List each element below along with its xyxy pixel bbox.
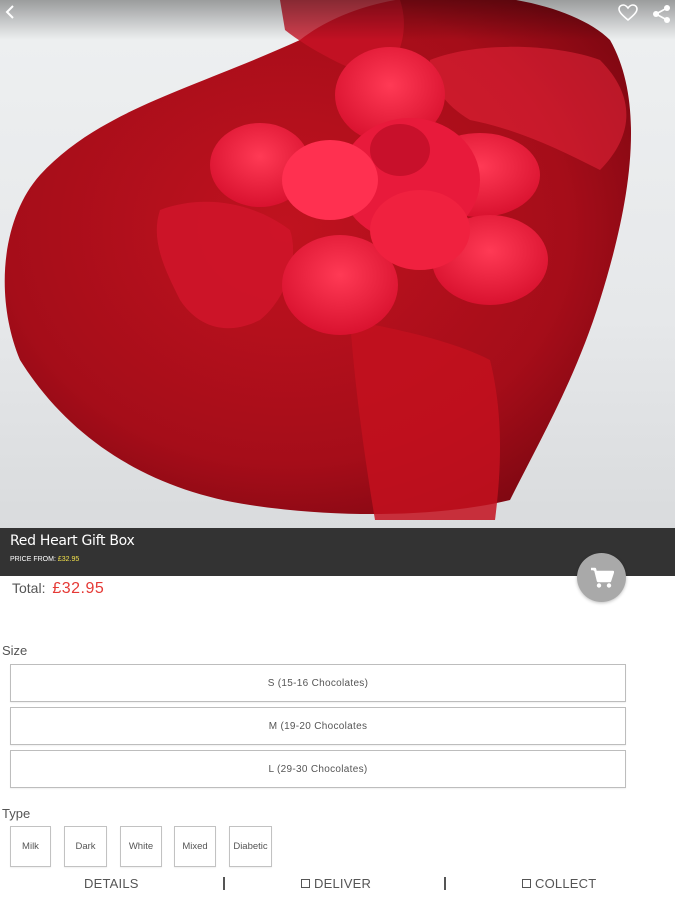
tab-divider [444, 877, 446, 890]
tab-collect[interactable]: COLLECT [522, 876, 596, 891]
collect-checkbox[interactable] [522, 879, 531, 888]
size-option-s[interactable]: S (15-16 Chocolates) [10, 664, 626, 702]
add-to-cart-button[interactable] [577, 553, 626, 602]
shopping-cart-icon [590, 567, 614, 588]
type-option-milk[interactable]: Milk [10, 826, 51, 867]
top-bar-shade [0, 0, 675, 40]
tab-deliver[interactable]: DELIVER [301, 876, 371, 891]
type-option-mixed[interactable]: Mixed [174, 826, 216, 867]
price-from-label: PRICE FROM: [10, 556, 56, 563]
collect-label: COLLECT [535, 876, 597, 891]
chevron-left-icon[interactable] [2, 4, 26, 28]
type-label: Type [2, 806, 31, 821]
size-option-l[interactable]: L (29-30 Chocolates) [10, 750, 626, 788]
tab-divider [223, 877, 225, 890]
deliver-label: DELIVER [314, 876, 372, 891]
deliver-checkbox[interactable] [301, 879, 310, 888]
type-option-white[interactable]: White [120, 826, 162, 867]
product-image [0, 0, 675, 528]
heart-outline-icon[interactable] [618, 4, 642, 28]
size-label: Size [2, 643, 28, 658]
price-from: PRICE FROM: £32.95 [10, 556, 79, 563]
type-option-dark[interactable]: Dark [64, 826, 107, 867]
total-amount: £32.95 [52, 580, 105, 597]
total-price: Total: £32.95 [12, 580, 104, 598]
type-option-diabetic[interactable]: Diabetic [229, 826, 272, 867]
size-option-m[interactable]: M (19-20 Chocolates [10, 707, 626, 745]
product-title-bar: Red Heart Gift Box PRICE FROM: £32.95 [0, 528, 675, 576]
share-icon[interactable] [652, 4, 675, 28]
red-heart-box-illustration [4, 0, 631, 520]
tab-details[interactable]: DETAILS [84, 876, 139, 891]
total-label: Total: [12, 580, 46, 596]
price-from-value: £32.95 [57, 556, 80, 563]
product-name: Red Heart Gift Box [10, 533, 135, 549]
